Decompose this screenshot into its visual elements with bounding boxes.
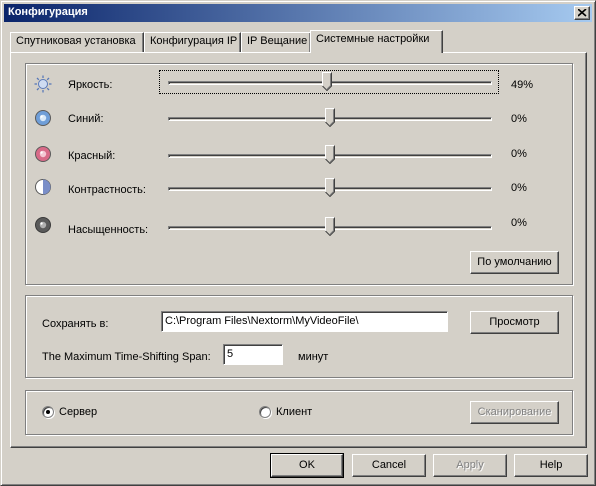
brightness-value: 49% (511, 79, 534, 91)
cancel-button[interactable]: Cancel (352, 454, 426, 477)
tab-label: Системные настройки (316, 33, 430, 45)
timeshift-unit: минут (298, 351, 329, 363)
close-button[interactable] (574, 6, 590, 20)
configuration-window: Конфигурация Спутниковая установка Конфи… (0, 0, 596, 486)
brightness-icon (34, 75, 52, 93)
ok-button-label: OK (299, 459, 315, 471)
cancel-button-label: Cancel (371, 459, 407, 471)
save-group: Сохранять в: C:\Program Files\Nextorm\My… (25, 295, 573, 378)
blue-label: Синий: (68, 113, 104, 125)
contrast-icon (34, 178, 52, 196)
saturation-icon (34, 216, 52, 234)
tab-label: Спутниковая установка (16, 35, 136, 47)
red-slider[interactable] (325, 145, 335, 165)
tab-label: Конфигурация IP (150, 35, 238, 47)
contrast-value: 0% (511, 182, 527, 194)
save-path-value: C:\Program Files\Nextorm\MyVideoFile\ (165, 315, 359, 327)
blue-icon (34, 109, 52, 127)
server-radio[interactable] (42, 406, 54, 418)
browse-button[interactable]: Просмотр (470, 311, 559, 334)
slider-thumb-icon (325, 145, 335, 165)
save-path-field[interactable]: C:\Program Files\Nextorm\MyVideoFile\ (161, 311, 448, 332)
timeshift-value: 5 (227, 348, 234, 360)
scan-button-label: Сканирование (477, 406, 552, 418)
tab-panel: Яркость: 49% Синий: 0% Красный: 0% Контр… (10, 52, 587, 448)
red-icon (34, 145, 52, 163)
slider-thumb-icon (325, 108, 335, 128)
close-icon (578, 9, 587, 17)
mode-group: Сервер Клиент Сканирование (25, 390, 573, 435)
contrast-label: Контрастность: (68, 184, 146, 196)
apply-button-label: Apply (456, 459, 484, 471)
slider-thumb-icon (325, 178, 335, 198)
saturation-value: 0% (511, 217, 527, 229)
default-button[interactable]: По умолчанию (470, 251, 559, 274)
slider-thumb-icon (325, 217, 335, 237)
slider-thumb-icon (321, 72, 332, 92)
video-adjust-group: Яркость: 49% Синий: 0% Красный: 0% Контр… (25, 63, 573, 285)
ok-button[interactable]: OK (270, 453, 344, 478)
help-button-label: Help (539, 459, 563, 471)
contrast-slider[interactable] (325, 178, 335, 198)
blue-value: 0% (511, 113, 527, 125)
red-label: Красный: (68, 150, 116, 162)
saturation-slider[interactable] (325, 217, 335, 237)
save-path-label: Сохранять в: (42, 318, 109, 330)
title-bar[interactable]: Конфигурация (4, 4, 592, 22)
scan-button[interactable]: Сканирование (470, 401, 559, 424)
window-title: Конфигурация (8, 6, 88, 18)
timeshift-label: The Maximum Time-Shifting Span: (42, 351, 211, 363)
timeshift-field[interactable]: 5 (223, 344, 283, 365)
tab-ip-broadcast[interactable]: IP Вещание (241, 32, 311, 52)
tab-label: IP Вещание (247, 35, 308, 47)
brightness-label: Яркость: (68, 79, 113, 91)
tab-system-settings[interactable]: Системные настройки (310, 30, 443, 53)
tab-ip-config[interactable]: Конфигурация IP (144, 32, 241, 52)
server-label: Сервер (59, 406, 98, 418)
client-radio[interactable] (259, 406, 271, 418)
radio-dot (46, 410, 50, 414)
red-value: 0% (511, 148, 527, 160)
brightness-slider[interactable] (321, 72, 332, 92)
browse-button-label: Просмотр (489, 316, 540, 328)
blue-slider[interactable] (325, 108, 335, 128)
apply-button[interactable]: Apply (433, 454, 507, 477)
saturation-label: Насыщенность: (68, 224, 149, 236)
default-button-label: По умолчанию (477, 256, 552, 268)
help-button[interactable]: Help (514, 454, 588, 477)
tab-satellite-setup[interactable]: Спутниковая установка (10, 32, 144, 52)
client-label: Клиент (276, 406, 313, 418)
